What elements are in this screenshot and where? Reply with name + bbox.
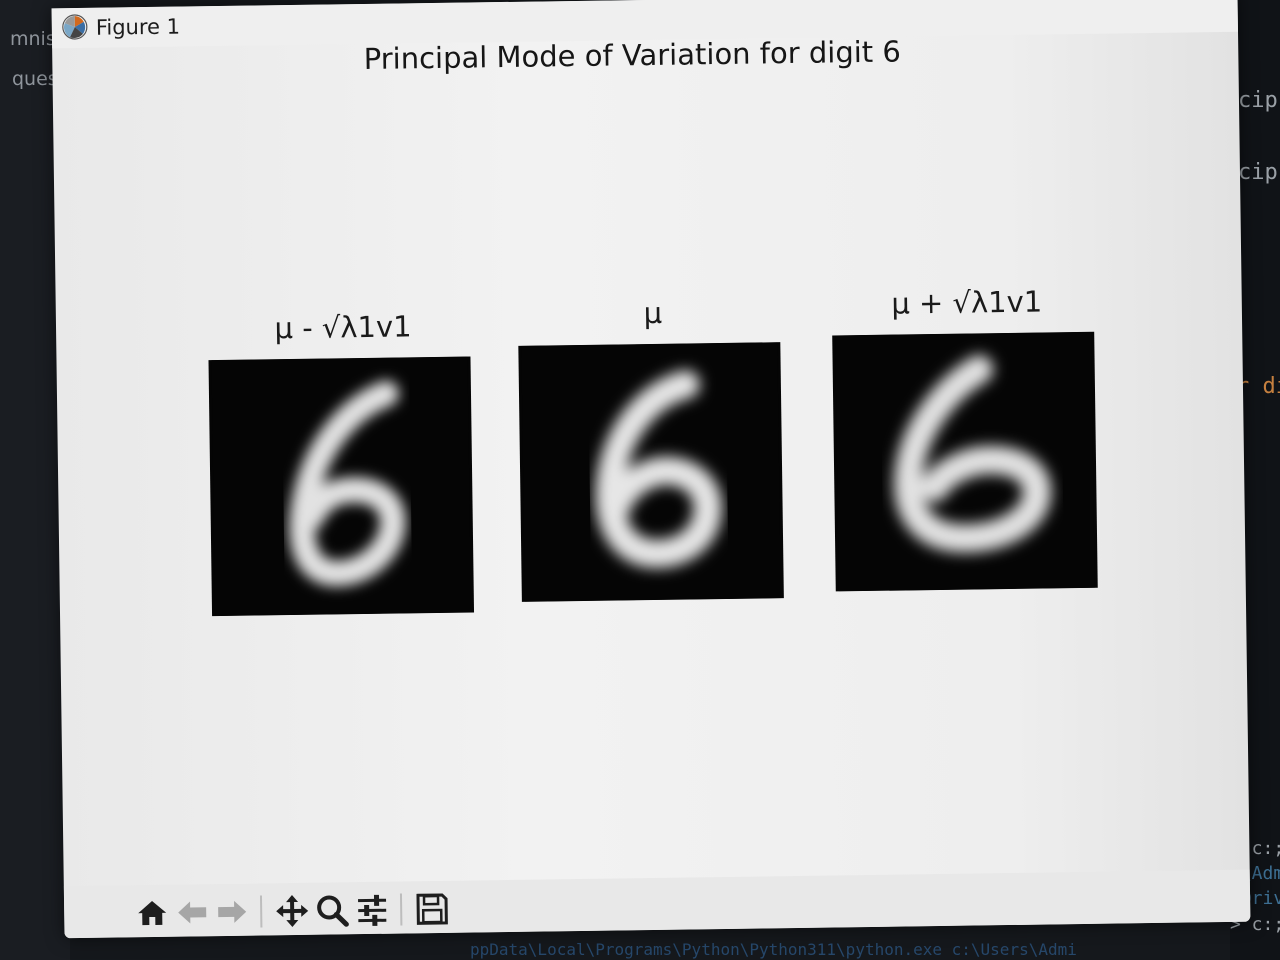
back-arrow-icon[interactable] xyxy=(174,894,210,930)
window-title: Figure 1 xyxy=(95,14,181,40)
subplot-title: μ - √λ1v1 xyxy=(274,309,412,346)
digit-image-minus xyxy=(208,356,475,617)
digit-6-mean-graphic xyxy=(521,342,781,602)
figure-window: Figure 1 Principal Mode of Variation for… xyxy=(51,0,1251,939)
subplot-title: μ xyxy=(643,295,663,331)
editor-text-fragment: ques xyxy=(12,68,58,90)
editor-text-fragment: cip xyxy=(1238,88,1278,113)
pan-icon[interactable] xyxy=(274,893,310,929)
subplot-mean: μ xyxy=(518,294,788,602)
digit-6-plus-graphic xyxy=(835,331,1095,592)
editor-text-fragment: mnis xyxy=(10,28,56,50)
editor-text-fragment: cip xyxy=(1238,160,1278,185)
subplot-minus: μ - √λ1v1 xyxy=(208,308,478,617)
forward-arrow-icon[interactable] xyxy=(214,894,250,930)
home-icon[interactable] xyxy=(134,895,170,931)
save-icon[interactable] xyxy=(414,891,450,927)
navigation-toolbar xyxy=(63,869,1251,939)
subplot-title: μ + √λ1v1 xyxy=(891,284,1043,321)
terminal-command-fragment: ppData\Local\Programs\Python\Python311\p… xyxy=(470,940,1077,959)
toolbar-separator xyxy=(399,893,403,926)
subplot-plus: μ + √λ1v1 xyxy=(832,284,1102,592)
configure-subplots-icon[interactable] xyxy=(354,892,390,928)
digit-image-mean xyxy=(518,342,784,602)
digit-6-minus-graphic xyxy=(211,356,472,617)
zoom-icon[interactable] xyxy=(314,892,350,928)
matplotlib-logo-icon xyxy=(62,14,88,40)
digit-image-plus xyxy=(832,331,1098,592)
toolbar-separator xyxy=(259,895,263,928)
